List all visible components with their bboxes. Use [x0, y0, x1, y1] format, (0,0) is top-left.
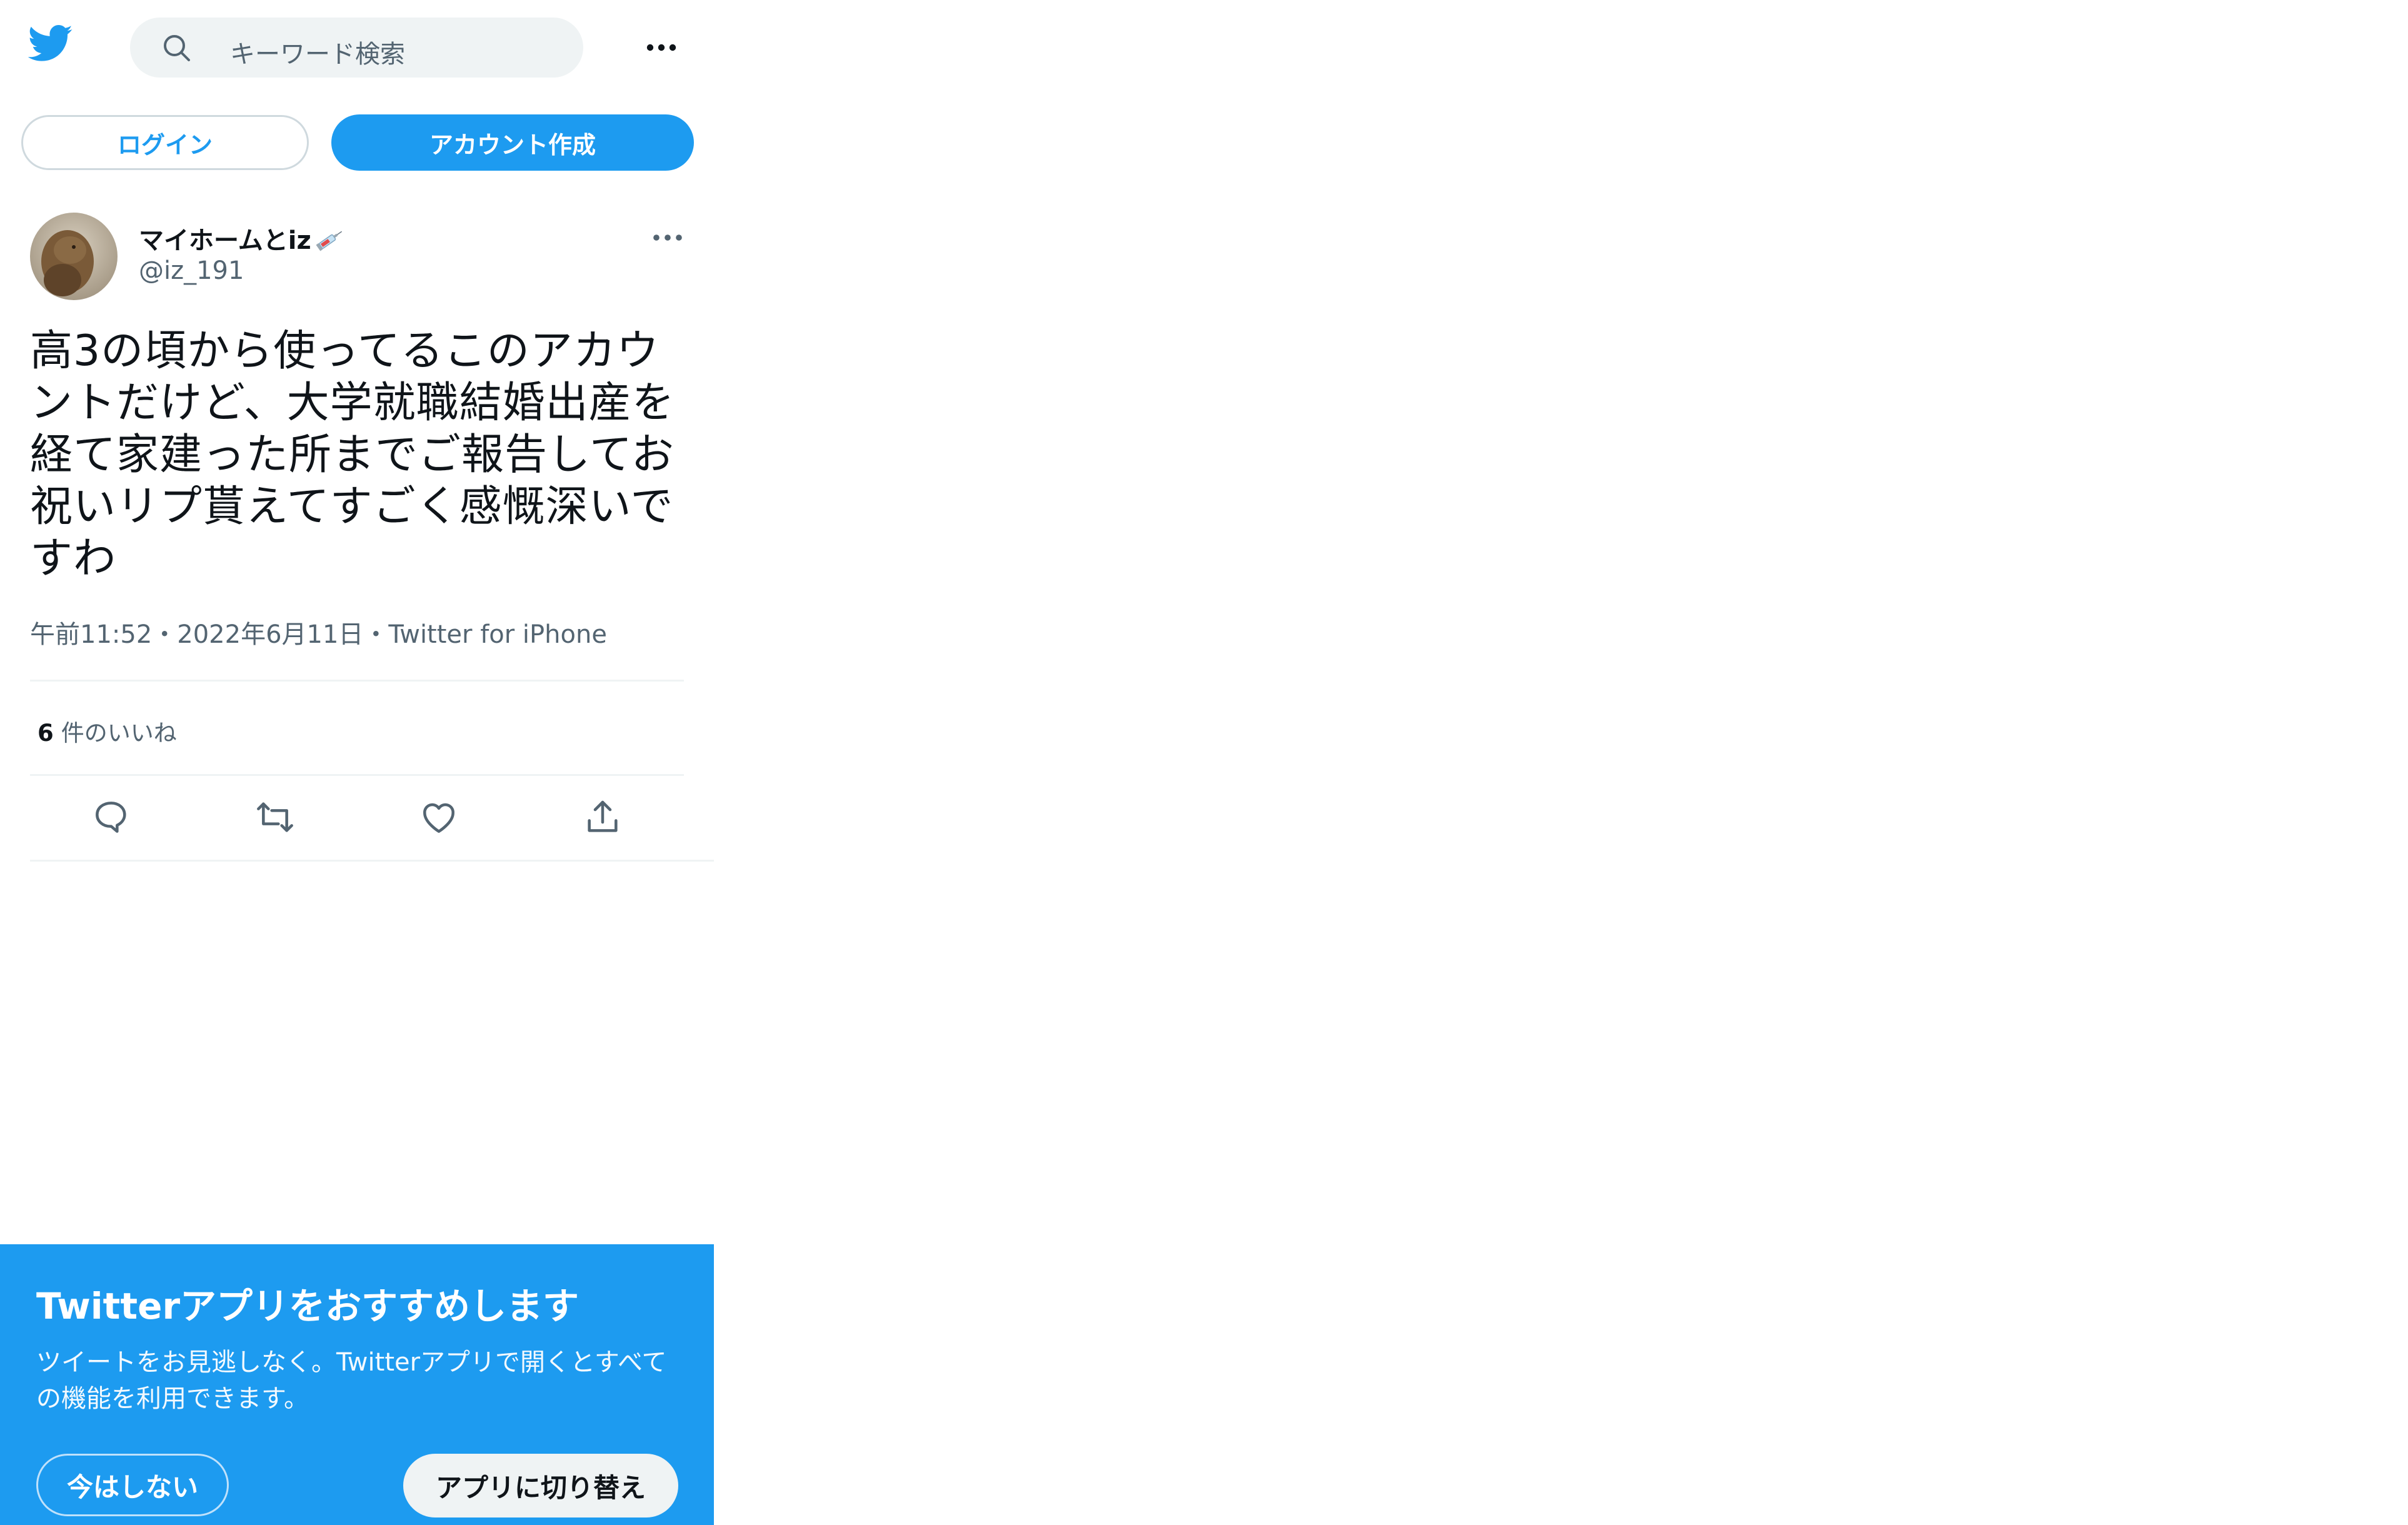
more-icon[interactable]: [644, 30, 679, 65]
page-column: キーワード検索 ログイン アカウント作成 マイホームとiz @iz_191 高3…: [0, 0, 714, 1525]
tweet-text: 高3の頃から使ってるこのアカウントだけど、大学就職結婚出産を経て家建った所までご…: [30, 326, 675, 583]
not-now-button[interactable]: 今はしない: [36, 1454, 229, 1516]
divider: [30, 860, 714, 862]
switch-to-app-button[interactable]: アプリに切り替え: [403, 1454, 678, 1517]
twitter-bird-icon[interactable]: [28, 25, 73, 63]
user-handle[interactable]: @iz_191: [139, 256, 244, 285]
likes-number: 6: [38, 720, 54, 747]
signup-button[interactable]: アカウント作成: [331, 114, 694, 171]
tweet-more-icon[interactable]: [650, 228, 685, 248]
syringe-emoji: [314, 228, 345, 253]
like-icon[interactable]: [419, 797, 459, 837]
search-input[interactable]: キーワード検索: [230, 34, 405, 70]
reply-icon[interactable]: [91, 797, 131, 837]
app-promo-banner: Twitterアプリをおすすめします ツイートをお見逃しなく。Twitterアプ…: [0, 1244, 714, 1525]
divider: [30, 774, 684, 776]
display-name[interactable]: マイホームとiz: [139, 220, 345, 256]
login-button[interactable]: ログイン: [21, 115, 309, 170]
likes-count[interactable]: 6 件のいいね: [38, 714, 177, 748]
banner-title: Twitterアプリをおすすめします: [36, 1285, 579, 1327]
likes-label: 件のいいね: [61, 720, 177, 747]
banner-description: ツイートをお見逃しなく。Twitterアプリで開くとすべての機能を利用できます。: [36, 1348, 667, 1413]
search-icon: [161, 33, 191, 63]
divider: [30, 680, 684, 682]
avatar[interactable]: [30, 213, 118, 300]
display-name-text: マイホームとiz: [139, 226, 311, 255]
retweet-icon[interactable]: [255, 797, 295, 837]
share-icon[interactable]: [583, 797, 623, 837]
search-bar[interactable]: キーワード検索: [130, 18, 583, 78]
tweet-timestamp[interactable]: 午前11:52・2022年6月11日・Twitter for iPhone: [30, 614, 607, 650]
